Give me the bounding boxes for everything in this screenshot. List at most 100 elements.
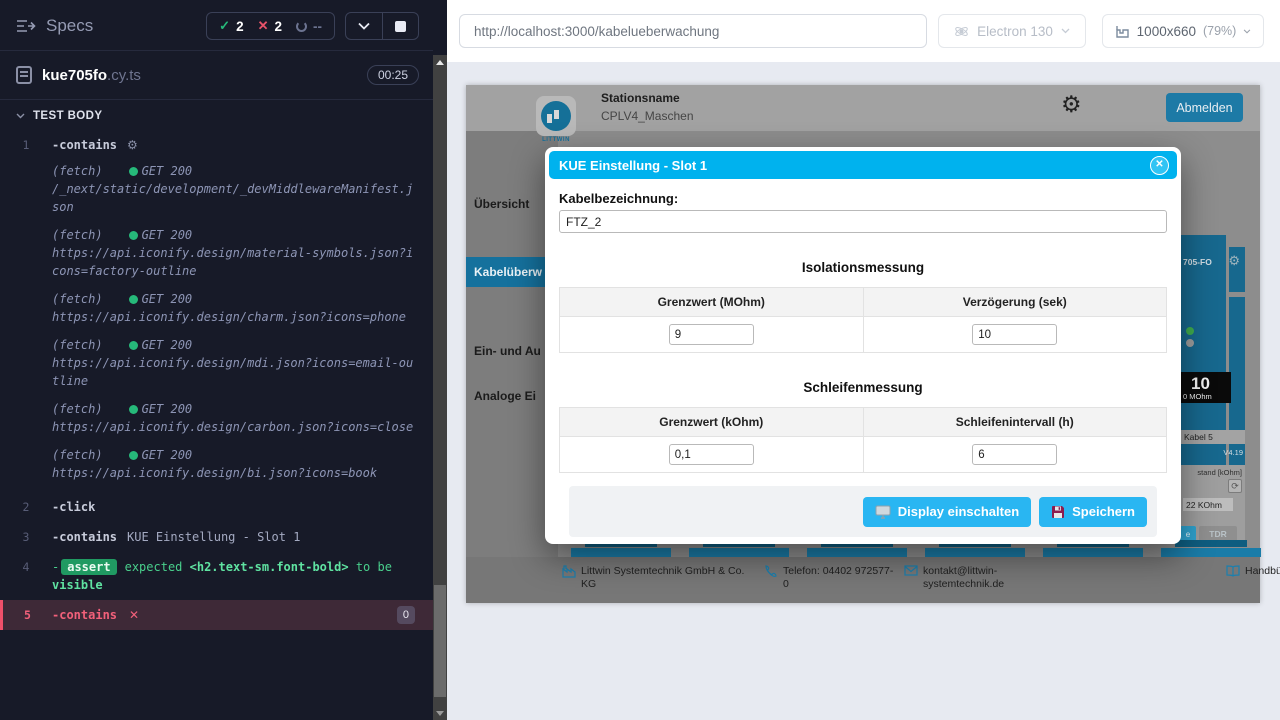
fetch-label: (fetch) bbox=[52, 446, 103, 464]
url-text: http://localhost:3000/kabelueberwachung bbox=[474, 24, 719, 39]
footer-company: Littwin Systemtechnik GmbH & Co. KG bbox=[562, 565, 762, 591]
loop-limit-input[interactable] bbox=[669, 444, 754, 465]
stat-failed[interactable]: ✕ 2 bbox=[258, 18, 282, 34]
isolation-limit-input[interactable] bbox=[669, 324, 754, 345]
settings-gear-icon[interactable]: ⚙ bbox=[1061, 93, 1082, 116]
app-header: Stationsname CPLV4_Maschen ⚙ Abmelden bbox=[466, 85, 1260, 131]
refresh-icon[interactable]: ⟳ bbox=[1228, 479, 1242, 493]
gear-icon: ⚙ bbox=[127, 138, 138, 152]
url-input[interactable]: http://localhost:3000/kabelueberwachung bbox=[459, 14, 927, 48]
fetch-log-entry[interactable]: (fetch)GET 200https://api.iconify.design… bbox=[0, 400, 433, 436]
fail-x-icon: ✕ bbox=[129, 606, 139, 624]
kue-settings-modal: KUE Einstellung - Slot 1 ✕ Kabelbezeichn… bbox=[545, 147, 1181, 544]
viewport-select[interactable]: 1000x660 (79%) bbox=[1102, 14, 1264, 48]
phone-text: Telefon: 04402 972577-0 bbox=[783, 565, 895, 591]
spec-basename: kue705fo bbox=[42, 67, 107, 84]
littwin-logo bbox=[536, 96, 576, 136]
test-stats[interactable]: ✓ 2 ✕ 2 -- bbox=[206, 12, 335, 40]
station-name-label: Stationsname bbox=[601, 91, 680, 105]
manuals-link[interactable]: Handbücher bbox=[1245, 565, 1280, 580]
specs-label: Specs bbox=[46, 16, 93, 36]
line-number: 4 bbox=[0, 558, 52, 594]
test-body-label: TEST BODY bbox=[33, 110, 102, 122]
fetch-label: (fetch) bbox=[52, 290, 103, 308]
scroll-down-arrow[interactable] bbox=[433, 706, 447, 720]
fetch-log-entry[interactable]: (fetch)GET 200https://api.iconify.design… bbox=[0, 336, 433, 390]
specs-header[interactable]: Specs bbox=[16, 16, 93, 36]
fetch-log-entry[interactable]: (fetch)GET 200https://api.iconify.design… bbox=[0, 446, 433, 482]
stat-passed[interactable]: ✓ 2 bbox=[219, 18, 243, 34]
loop-interval-input[interactable] bbox=[972, 444, 1057, 465]
spec-file-row[interactable]: kue705fo.cy.ts 00:25 bbox=[0, 51, 433, 99]
save-button[interactable]: Speichern bbox=[1039, 497, 1147, 527]
scrollbar-thumb[interactable] bbox=[434, 585, 446, 697]
floppy-disk-icon bbox=[1051, 505, 1065, 519]
stat-pending[interactable]: -- bbox=[296, 19, 322, 34]
status-dot-grey bbox=[1186, 339, 1194, 347]
status-dot-icon bbox=[129, 451, 138, 460]
assert-text: to be bbox=[356, 560, 392, 574]
cable-designation-input[interactable] bbox=[559, 210, 1167, 233]
spec-file-name: kue705fo.cy.ts bbox=[42, 67, 357, 84]
fetch-status: GET 200 bbox=[142, 226, 193, 244]
stop-run-button[interactable] bbox=[382, 13, 418, 39]
browser-select[interactable]: Electron 130 bbox=[938, 14, 1086, 48]
footer-email: kontakt@littwin-systemtechnik.de bbox=[904, 565, 1029, 591]
app-footer: Littwin Systemtechnik GmbH & Co. KG Tele… bbox=[466, 557, 1260, 603]
viewport-size: 1000x660 bbox=[1137, 24, 1196, 39]
chevron-down-icon bbox=[358, 22, 370, 30]
resistance-value: 22 KOhm bbox=[1183, 498, 1233, 511]
slot-gear-icon[interactable]: ⚙ bbox=[1228, 253, 1240, 269]
command-row-assert[interactable]: 4 -assertexpected <h2.text-sm.font-bold>… bbox=[0, 552, 433, 600]
display-on-button[interactable]: Display einschalten bbox=[863, 497, 1031, 527]
loop-table: Grenzwert (kOhm) Schleifenintervall (h) bbox=[559, 407, 1167, 473]
line-number bbox=[0, 400, 52, 436]
pending-count: -- bbox=[313, 19, 322, 34]
isolation-delay-input[interactable] bbox=[972, 324, 1057, 345]
assert-dash: - bbox=[52, 560, 59, 574]
test-body-toggle[interactable]: TEST BODY bbox=[0, 100, 433, 130]
line-number bbox=[0, 336, 52, 390]
command-row-contains-3[interactable]: 3 -containsKUE Einstellung - Slot 1 bbox=[0, 522, 433, 552]
line-number: 5 bbox=[3, 606, 52, 624]
footer-manuals[interactable]: Handbücher bbox=[1226, 565, 1280, 580]
email-icon bbox=[904, 565, 918, 591]
command-argument: KUE Einstellung - Slot 1 bbox=[127, 530, 300, 544]
assert-selector: <h2.text-sm.font-bold> bbox=[190, 560, 349, 574]
command-row-click[interactable]: 2 -click bbox=[0, 492, 433, 522]
line-number bbox=[0, 162, 52, 216]
command-row-contains-failed[interactable]: 5 -contains ✕ 0 bbox=[0, 600, 433, 630]
line-number: 2 bbox=[0, 498, 52, 516]
sidebar-scrollbar[interactable] bbox=[433, 55, 447, 720]
logout-button[interactable]: Abmelden bbox=[1166, 93, 1243, 122]
fetch-log-entry[interactable]: (fetch)GET 200https://api.iconify.design… bbox=[0, 290, 433, 326]
line-number: 3 bbox=[0, 528, 52, 546]
fetch-url: https://api.iconify.design/mdi.json?icon… bbox=[52, 356, 413, 388]
electron-icon bbox=[954, 24, 969, 39]
spec-file-icon bbox=[16, 66, 32, 84]
littwin-logo-text: LITTWIN bbox=[536, 137, 576, 143]
monitor-icon bbox=[875, 505, 891, 519]
modal-footer: Display einschalten Speichern bbox=[569, 486, 1157, 537]
command-name: -click bbox=[52, 500, 95, 514]
close-icon[interactable]: ✕ bbox=[1150, 156, 1169, 175]
footer-phone: Telefon: 04402 972577-0 bbox=[764, 565, 899, 591]
ruler-icon bbox=[1115, 24, 1130, 39]
status-dot-icon bbox=[129, 231, 138, 240]
browser-toolbar: http://localhost:3000/kabelueberwachung … bbox=[447, 0, 1280, 62]
modal-header: KUE Einstellung - Slot 1 ✕ bbox=[549, 151, 1177, 179]
fetch-log-entry[interactable]: (fetch)GET 200https://api.iconify.design… bbox=[0, 226, 433, 280]
line-number bbox=[0, 446, 52, 482]
status-dot-icon bbox=[129, 341, 138, 350]
fetch-url: https://api.iconify.design/charm.json?ic… bbox=[52, 310, 406, 324]
status-dot-icon bbox=[129, 405, 138, 414]
collapse-runs-button[interactable] bbox=[346, 13, 382, 39]
fetch-url: https://api.iconify.design/bi.json?icons… bbox=[52, 466, 377, 480]
fetch-url: https://api.iconify.design/material-symb… bbox=[52, 246, 413, 278]
chevron-down-icon bbox=[1061, 28, 1070, 34]
command-row-contains-1[interactable]: 1 -contains⚙ bbox=[0, 130, 433, 160]
fetch-log-entry[interactable]: (fetch)GET 200/_next/static/development/… bbox=[0, 162, 433, 216]
fetch-status: GET 200 bbox=[142, 336, 193, 354]
email-text: kontakt@littwin-systemtechnik.de bbox=[923, 565, 1028, 591]
scroll-up-arrow[interactable] bbox=[433, 55, 447, 69]
